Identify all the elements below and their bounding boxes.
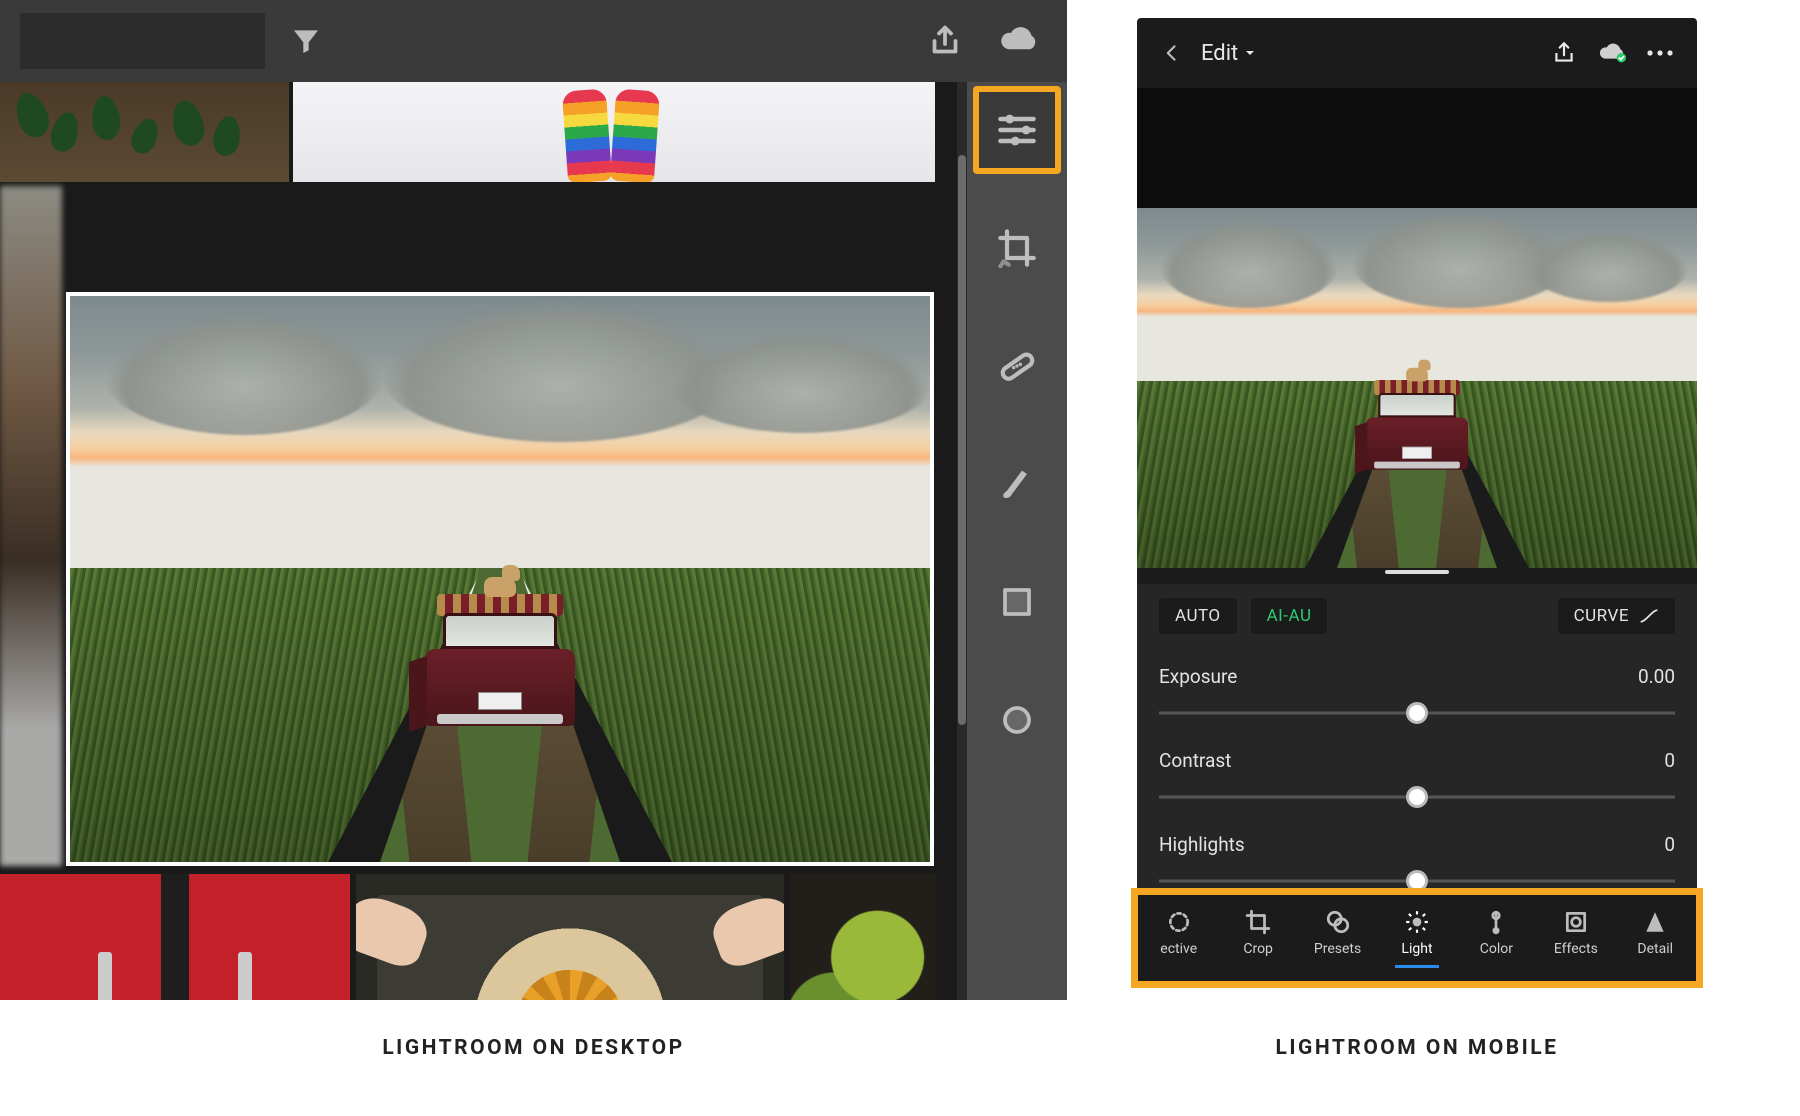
tab-effects[interactable]: Effects xyxy=(1536,894,1615,982)
curve-icon xyxy=(1639,608,1659,624)
tab-label: ective xyxy=(1160,941,1197,957)
mode-label: Edit xyxy=(1201,41,1238,66)
tab-label: Presets xyxy=(1314,941,1361,957)
slider-label: Exposure xyxy=(1159,665,1237,688)
lightroom-mobile-window: Edit xyxy=(1137,18,1697,982)
photo-grid[interactable] xyxy=(0,82,967,1000)
crop-icon xyxy=(997,228,1037,268)
curve-label: CURVE xyxy=(1574,606,1629,626)
sliders-icon xyxy=(995,108,1039,152)
cloud-sync-button[interactable] xyxy=(1595,36,1629,70)
grid-thumbnail[interactable] xyxy=(0,186,62,866)
search-input[interactable] xyxy=(20,13,265,69)
slider-highlights[interactable] xyxy=(1159,864,1675,894)
desktop-topbar xyxy=(0,0,1067,82)
tab-label: Light xyxy=(1401,941,1432,957)
tab-detail[interactable]: Detail xyxy=(1616,894,1695,982)
slider-value: 0 xyxy=(1664,749,1675,772)
share-icon xyxy=(927,23,963,59)
lightroom-desktop-window xyxy=(0,0,1067,1000)
color-icon xyxy=(1483,909,1509,935)
mobile-topbar: Edit xyxy=(1137,18,1697,88)
auto-button[interactable]: AUTO xyxy=(1159,598,1237,634)
slider-value: 0.00 xyxy=(1638,665,1675,688)
light-icon xyxy=(1404,909,1430,935)
overflow-menu-button[interactable] xyxy=(1643,36,1677,70)
share-button[interactable] xyxy=(917,13,973,69)
effects-icon xyxy=(1563,909,1589,935)
panel-drag-handle[interactable] xyxy=(1137,568,1697,584)
filter-button[interactable] xyxy=(283,18,329,64)
linear-gradient-icon xyxy=(999,584,1035,620)
presets-icon xyxy=(1325,909,1351,935)
share-button[interactable] xyxy=(1547,36,1581,70)
chevron-left-icon xyxy=(1162,43,1182,63)
slider-exposure[interactable] xyxy=(1159,696,1675,730)
rail-radial-gradient-button[interactable] xyxy=(973,676,1061,764)
tab-label: Crop xyxy=(1243,941,1273,957)
grid-thumbnail[interactable] xyxy=(293,82,935,182)
slider-knob[interactable] xyxy=(1406,870,1428,892)
curve-button[interactable]: CURVE xyxy=(1558,598,1675,634)
selective-icon xyxy=(1166,909,1192,935)
tab-presets[interactable]: Presets xyxy=(1298,894,1377,982)
mobile-caption: LIGHTROOM ON MOBILE xyxy=(1137,1010,1697,1060)
grid-thumbnail[interactable] xyxy=(356,874,784,1000)
rail-brush-button[interactable] xyxy=(973,440,1061,528)
slider-contrast[interactable] xyxy=(1159,780,1675,814)
grid-thumbnail[interactable] xyxy=(0,874,350,1000)
share-icon xyxy=(1551,40,1577,66)
grid-thumbnail[interactable] xyxy=(790,874,936,1000)
tab-label: Detail xyxy=(1637,941,1673,957)
slider-knob[interactable] xyxy=(1406,702,1428,724)
caret-down-icon xyxy=(1244,47,1256,59)
tab-label: Effects xyxy=(1554,941,1598,957)
light-panel: AUTO AI-AU CURVE Exposure 0.00 Contrast … xyxy=(1137,584,1697,894)
grid-thumbnail-selected[interactable] xyxy=(66,292,934,866)
grid-scrollbar[interactable] xyxy=(957,82,967,1000)
radial-gradient-icon xyxy=(999,702,1035,738)
tab-selective[interactable]: ective xyxy=(1139,894,1218,982)
ai-auto-button[interactable]: AI-AU xyxy=(1251,598,1328,634)
slider-value: 0 xyxy=(1664,833,1675,856)
brush-icon xyxy=(997,464,1037,504)
back-button[interactable] xyxy=(1157,38,1187,68)
grid-thumbnail[interactable] xyxy=(0,82,289,182)
tab-color[interactable]: Color xyxy=(1457,894,1536,982)
tab-light[interactable]: Light xyxy=(1377,894,1456,982)
desktop-tool-rail xyxy=(967,82,1067,1000)
crop-icon xyxy=(1245,909,1271,935)
scrollbar-thumb[interactable] xyxy=(958,155,966,724)
bandaid-icon xyxy=(997,346,1037,386)
tab-crop[interactable]: Crop xyxy=(1218,894,1297,982)
mobile-photo-canvas[interactable] xyxy=(1137,208,1697,568)
funnel-icon xyxy=(290,25,322,57)
mobile-canvas-padding xyxy=(1137,88,1697,208)
tab-label: Color xyxy=(1480,941,1513,957)
desktop-caption: LIGHTROOM ON DESKTOP xyxy=(0,1010,1067,1060)
cloud-check-icon xyxy=(1597,41,1627,65)
slider-knob[interactable] xyxy=(1406,786,1428,808)
rail-edit-button[interactable] xyxy=(973,86,1061,174)
rail-linear-gradient-button[interactable] xyxy=(973,558,1061,646)
rail-crop-button[interactable] xyxy=(973,204,1061,292)
slider-label: Contrast xyxy=(1159,749,1231,772)
mode-dropdown[interactable]: Edit xyxy=(1201,41,1256,66)
cloud-sync-button[interactable] xyxy=(991,13,1047,69)
detail-icon xyxy=(1642,909,1668,935)
slider-label: Highlights xyxy=(1159,833,1245,856)
mobile-bottom-tabs: ective Crop Presets Light Color Effects … xyxy=(1137,894,1697,982)
more-horizontal-icon xyxy=(1646,48,1674,58)
rail-healing-button[interactable] xyxy=(973,322,1061,410)
cloud-icon xyxy=(997,23,1041,59)
